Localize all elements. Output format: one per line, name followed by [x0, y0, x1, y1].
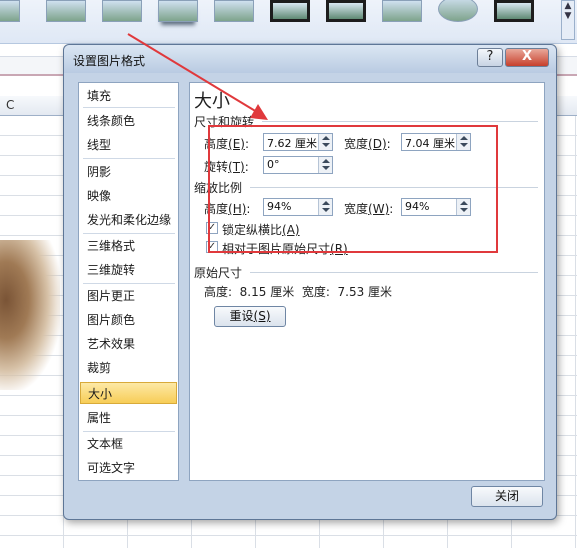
- spin-down-icon[interactable]: [460, 143, 468, 147]
- picture-style-thumb[interactable]: [270, 0, 310, 22]
- nav-item-glow-soft-edges[interactable]: 发光和柔化边缘: [80, 209, 177, 231]
- picture-style-thumb[interactable]: [46, 0, 86, 22]
- group-divider: [250, 187, 538, 188]
- nav-item-artistic-effects[interactable]: 艺术效果: [80, 333, 177, 355]
- help-button[interactable]: ?: [477, 48, 503, 67]
- reset-button[interactable]: 重设(S): [214, 306, 286, 327]
- format-picture-dialog: 设置图片格式 ? X 填充 线条颜色 线型 阴影 映像 发光和柔化边缘 三维格式…: [63, 44, 557, 520]
- nav-divider: [83, 283, 175, 284]
- picture-styles-gallery: ▲ ▼: [0, 0, 577, 44]
- spin-up-icon[interactable]: [322, 136, 330, 140]
- picture-style-thumb[interactable]: [326, 0, 366, 22]
- relative-original-size-checkbox[interactable]: ✓: [206, 241, 218, 253]
- nav-divider: [83, 107, 175, 108]
- size-rotate-group-title: 尺寸和旋转: [194, 115, 255, 129]
- nav-item-fill[interactable]: 填充: [80, 85, 177, 107]
- picture-style-thumb[interactable]: [0, 0, 20, 22]
- lock-aspect-ratio-checkbox[interactable]: ✓: [206, 222, 218, 234]
- relative-original-size-row[interactable]: ✓ 相对于图片原始尺寸(R): [206, 240, 376, 256]
- rotation-value[interactable]: 0°: [267, 158, 280, 171]
- nav-item-picture-corrections[interactable]: 图片更正: [80, 285, 177, 307]
- nav-item-picture-color[interactable]: 图片颜色: [80, 309, 177, 331]
- nav-divider: [83, 233, 175, 234]
- nav-item-3d-format[interactable]: 三维格式: [80, 235, 177, 257]
- spin-up-icon[interactable]: [460, 136, 468, 140]
- gallery-scroll-icon[interactable]: ▲ ▼: [561, 0, 575, 40]
- picture-style-thumb[interactable]: [158, 0, 198, 22]
- spin-up-icon[interactable]: [322, 159, 330, 163]
- height-label: 高度(E):: [204, 137, 250, 151]
- original-size-group-title: 原始尺寸: [194, 266, 243, 280]
- nav-item-properties[interactable]: 属性: [80, 407, 177, 429]
- scale-width-spin-buttons[interactable]: [456, 199, 470, 215]
- nav-item-shadow[interactable]: 阴影: [80, 161, 177, 183]
- width-spin-buttons[interactable]: [456, 134, 470, 150]
- width-value[interactable]: 7.04 厘米: [405, 135, 455, 151]
- height-spinner[interactable]: 7.62 厘米: [263, 133, 333, 151]
- width-label: 宽度(D):: [344, 137, 391, 151]
- scale-height-label: 高度(H):: [204, 202, 251, 216]
- lock-aspect-ratio-row[interactable]: ✓ 锁定纵横比(A): [206, 221, 346, 237]
- relative-original-size-label[interactable]: 相对于图片原始尺寸(R): [222, 240, 348, 257]
- scale-height-value[interactable]: 94%: [267, 200, 291, 213]
- nav-item-3d-rotation[interactable]: 三维旋转: [80, 259, 177, 281]
- nav-item-alt-text[interactable]: 可选文字: [80, 457, 177, 479]
- rotation-label: 旋转(T):: [204, 160, 249, 174]
- spin-down-icon[interactable]: [322, 143, 330, 147]
- lock-aspect-ratio-label[interactable]: 锁定纵横比(A): [222, 221, 300, 238]
- close-window-button[interactable]: X: [505, 48, 549, 67]
- picture-style-thumb[interactable]: [382, 0, 422, 22]
- height-spin-buttons[interactable]: [318, 134, 332, 150]
- nav-item-reflection[interactable]: 映像: [80, 185, 177, 207]
- scale-width-label: 宽度(W):: [344, 202, 394, 216]
- spin-up-icon[interactable]: [322, 201, 330, 205]
- group-divider: [250, 272, 538, 273]
- scale-group-title: 缩放比例: [194, 181, 243, 195]
- nav-item-size[interactable]: 大小: [80, 382, 177, 404]
- column-header-c[interactable]: C: [6, 98, 14, 112]
- category-list: 填充 线条颜色 线型 阴影 映像 发光和柔化边缘 三维格式 三维旋转 图片更正 …: [78, 82, 179, 481]
- picture-style-thumb[interactable]: [214, 0, 254, 22]
- inserted-picture[interactable]: [0, 240, 60, 390]
- scale-height-spin-buttons[interactable]: [318, 199, 332, 215]
- panel-title: 大小: [194, 91, 230, 112]
- rotation-spinner[interactable]: 0°: [263, 156, 333, 174]
- dialog-titlebar[interactable]: 设置图片格式 ? X: [64, 45, 556, 73]
- nav-item-text-box[interactable]: 文本框: [80, 433, 177, 455]
- height-value[interactable]: 7.62 厘米: [267, 135, 317, 151]
- nav-divider: [83, 158, 175, 159]
- spin-down-icon[interactable]: [460, 208, 468, 212]
- nav-item-line-style[interactable]: 线型: [80, 134, 177, 156]
- nav-item-crop[interactable]: 裁剪: [80, 357, 177, 379]
- spin-down-icon[interactable]: [322, 208, 330, 212]
- spin-down-icon[interactable]: [322, 166, 330, 170]
- original-size-text: 高度: 8.15 厘米 宽度: 7.53 厘米: [204, 285, 393, 299]
- group-divider: [262, 121, 538, 122]
- scale-width-value[interactable]: 94%: [405, 200, 429, 213]
- picture-style-thumb[interactable]: [494, 0, 534, 22]
- dialog-title: 设置图片格式: [73, 54, 146, 68]
- picture-style-thumb[interactable]: [102, 0, 142, 22]
- rotation-spin-buttons[interactable]: [318, 157, 332, 173]
- spin-up-icon[interactable]: [460, 201, 468, 205]
- scale-height-spinner[interactable]: 94%: [263, 198, 333, 216]
- scale-width-spinner[interactable]: 94%: [401, 198, 471, 216]
- size-panel: 大小 尺寸和旋转 高度(E): 7.62 厘米 宽度(D): 7.04 厘米 旋…: [189, 82, 545, 481]
- nav-item-line-color[interactable]: 线条颜色: [80, 110, 177, 132]
- close-button[interactable]: 关闭: [471, 486, 543, 507]
- width-spinner[interactable]: 7.04 厘米: [401, 133, 471, 151]
- picture-style-thumb[interactable]: [438, 0, 478, 22]
- nav-divider: [83, 431, 175, 432]
